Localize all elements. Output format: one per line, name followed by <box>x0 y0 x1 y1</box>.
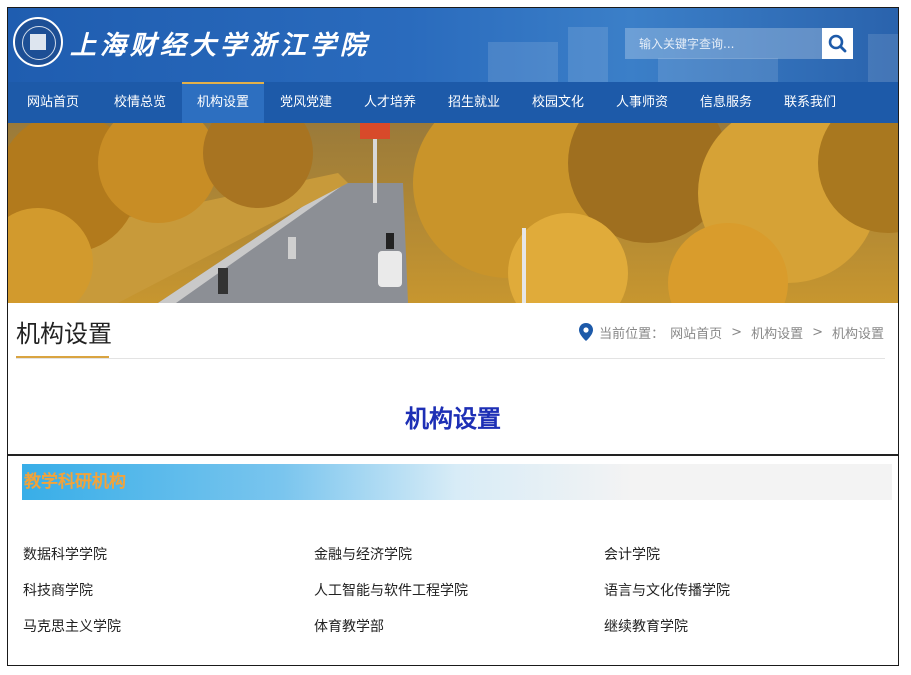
section-title-rule <box>16 358 885 359</box>
university-emblem-icon[interactable] <box>13 17 63 67</box>
search-input[interactable] <box>625 28 822 59</box>
search-icon <box>828 34 847 53</box>
section-title: 机构设置 <box>16 320 112 348</box>
nav-item-organization[interactable]: 机构设置 <box>182 82 264 123</box>
list-item-continuing-education[interactable]: 继续教育学院 <box>604 616 688 636</box>
category-header: 教学科研机构 <box>22 464 892 500</box>
breadcrumb: 当前位置： 网站首页 > 机构设置 > 机构设置 <box>579 322 884 342</box>
nav-item-contact[interactable]: 联系我们 <box>768 82 852 123</box>
breadcrumb-organization-link[interactable]: 机构设置 <box>751 323 803 342</box>
site-logo-text[interactable]: 上海财经大学浙江学院 <box>70 25 370 62</box>
list-item-marxism[interactable]: 马克思主义学院 <box>23 616 121 636</box>
nav-item-campus[interactable]: 校园文化 <box>516 82 600 123</box>
nav-item-overview[interactable]: 校情总览 <box>98 82 182 123</box>
map-pin-icon <box>579 323 594 341</box>
breadcrumb-current[interactable]: 机构设置 <box>832 323 884 342</box>
nav-item-info[interactable]: 信息服务 <box>684 82 768 123</box>
breadcrumb-label: 当前位置： <box>599 326 665 342</box>
search-button[interactable] <box>822 28 853 59</box>
site-header: 上海财经大学浙江学院 <box>8 8 898 82</box>
nav-item-home[interactable]: 网站首页 <box>8 82 98 123</box>
list-item-language-culture[interactable]: 语言与文化传播学院 <box>604 580 730 600</box>
breadcrumb-separator: > <box>812 324 823 340</box>
list-item-ai-software[interactable]: 人工智能与软件工程学院 <box>314 580 468 600</box>
page-heading: 机构设置 <box>405 405 501 433</box>
nav-item-education[interactable]: 人才培养 <box>348 82 432 123</box>
list-item-accounting[interactable]: 会计学院 <box>604 544 660 564</box>
content-divider <box>8 454 898 456</box>
list-item-tech-business[interactable]: 科技商学院 <box>23 580 93 600</box>
nav-item-admissions[interactable]: 招生就业 <box>432 82 516 123</box>
nav-item-staff[interactable]: 人事师资 <box>600 82 684 123</box>
breadcrumb-home-link[interactable]: 网站首页 <box>670 323 722 342</box>
search-box <box>625 28 822 59</box>
category-title: 教学科研机构 <box>24 472 126 492</box>
main-nav: 网站首页 校情总览 机构设置 党风党建 人才培养 招生就业 校园文化 人事师资 … <box>8 82 898 123</box>
breadcrumb-separator: > <box>731 324 743 340</box>
list-item-data-science[interactable]: 数据科学学院 <box>23 544 107 564</box>
list-item-finance-economics[interactable]: 金融与经济学院 <box>314 544 412 564</box>
campus-banner-image <box>8 123 898 303</box>
nav-item-party[interactable]: 党风党建 <box>264 82 348 123</box>
page-frame: 上海财经大学浙江学院 网站首页 校情总览 机构设置 党风党建 人才培养 招生就业… <box>7 7 899 666</box>
list-item-physical-education[interactable]: 体育教学部 <box>314 616 384 636</box>
